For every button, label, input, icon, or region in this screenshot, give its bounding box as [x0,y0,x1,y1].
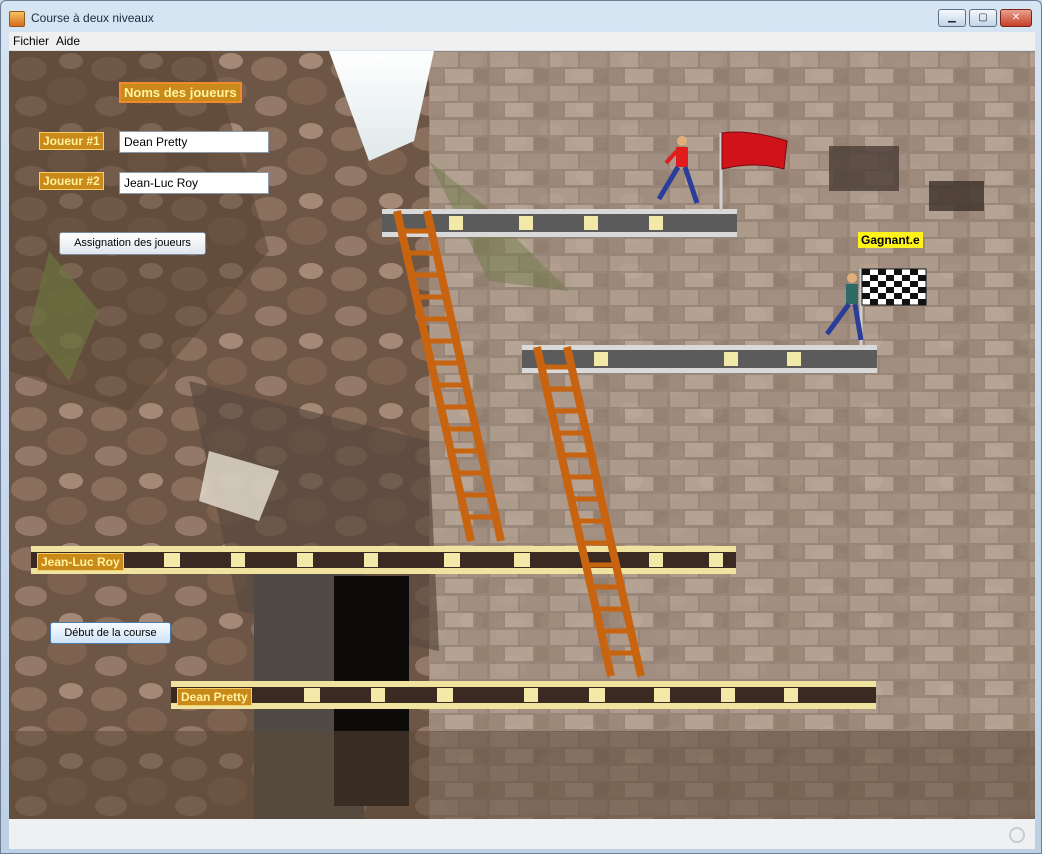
ladder-lane2 [393,210,505,542]
lane2-player-name: Jean-Luc Roy [37,553,124,571]
winner-label: Gagnant.e [858,232,923,248]
window-title: Course à deux niveaux [31,11,154,25]
menu-bar: Fichier Aide [9,32,1035,50]
runner-red-icon [656,136,700,204]
assign-players-button[interactable]: Assignation des joueurs [59,232,206,255]
menu-aide[interactable]: Aide [56,34,80,48]
player2-label: Joueur #2 [39,172,104,190]
title-bar[interactable]: Course à deux niveaux ▁ ▢ ✕ [1,1,1041,33]
track-overlay [31,131,927,709]
game-canvas: Noms des joueurs Joueur #1 Joueur #2 Ass… [9,51,1035,819]
runner-teal-icon [824,273,864,341]
bottom-beam-lane2 [31,546,736,574]
minimize-button[interactable]: ▁ [938,9,966,27]
player-names-header: Noms des joueurs [119,82,242,103]
busy-indicator-icon [1009,827,1025,843]
player1-label: Joueur #1 [39,132,104,150]
lane1-player-name: Dean Pretty [177,688,252,706]
ladder-lane1 [533,346,645,677]
maximize-button[interactable]: ▢ [969,9,997,27]
status-bar [9,819,1035,849]
bottom-beam-lane1 [171,681,876,709]
player1-name-input[interactable] [119,131,269,153]
app-window: Course à deux niveaux ▁ ▢ ✕ Fichier Aide [0,0,1042,854]
menu-fichier[interactable]: Fichier [13,34,49,48]
start-race-button[interactable]: Début de la course [50,622,171,644]
java-app-icon [9,11,25,27]
red-flag-icon [719,131,788,211]
checkered-flag-icon [859,268,927,347]
close-button[interactable]: ✕ [1000,9,1032,27]
player2-name-input[interactable] [119,172,269,194]
